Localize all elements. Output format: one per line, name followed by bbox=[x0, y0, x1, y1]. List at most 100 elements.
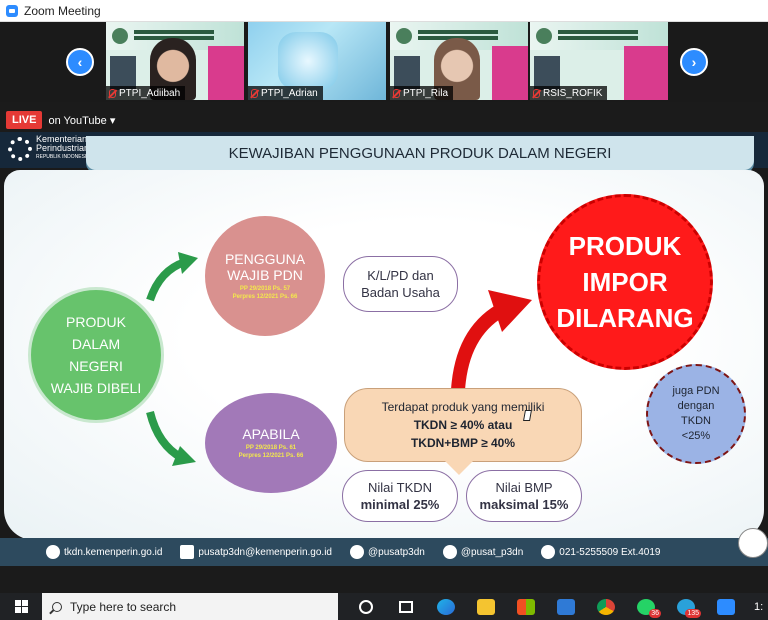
juga-line: dengan bbox=[677, 400, 715, 412]
mic-muted-icon bbox=[109, 88, 116, 98]
participant-name: PTPI_Adiibah bbox=[119, 87, 181, 99]
impor-line: DILARANG bbox=[556, 303, 694, 333]
telegram-badge: 135 bbox=[685, 609, 701, 618]
task-view-icon bbox=[399, 600, 413, 613]
next-page-button[interactable]: › bbox=[680, 48, 708, 76]
juga-pdn-circle: juga PDN dengan TKDN <25% bbox=[646, 364, 746, 464]
produk-line: WAJIB DIBELI bbox=[50, 380, 142, 396]
folder-icon bbox=[477, 598, 495, 615]
participant-tile[interactable]: RSIS_ROFIK bbox=[530, 22, 668, 100]
footer-phone: 021-5255509 Ext.4019 bbox=[541, 545, 660, 559]
juga-line: <25% bbox=[681, 430, 711, 442]
produk-dalam-negeri-circle: PRODUK DALAM NEGERI WAJIB DIBELI bbox=[28, 287, 164, 423]
terdapat-line2: TKDN ≥ 40% atau bbox=[413, 418, 513, 432]
participant-tile[interactable]: PTPI_Rila bbox=[390, 22, 528, 100]
terdapat-line1: Terdapat produk yang memiliki bbox=[381, 400, 545, 414]
previous-page-button[interactable]: ‹ bbox=[66, 48, 94, 76]
kl-line1: K/L/PD dan bbox=[367, 268, 434, 283]
twitter-icon bbox=[349, 545, 364, 559]
kemenperin-logo: Kementerian Perindustrian REPUBLIK INDON… bbox=[8, 135, 90, 162]
edge-button[interactable] bbox=[426, 593, 466, 620]
footer-email: pusatp3dn@kemenperin.go.id bbox=[180, 545, 332, 559]
live-status-bar: LIVE on YouTube ▾ bbox=[0, 108, 768, 132]
windows-logo-icon bbox=[14, 600, 28, 613]
participant-name: PTPI_Adrian bbox=[261, 87, 318, 99]
logo-sub: REPUBLIK INDONESIA bbox=[36, 154, 90, 160]
store-icon bbox=[517, 598, 535, 615]
juga-line: juga PDN bbox=[672, 385, 720, 397]
floating-control-button[interactable] bbox=[738, 528, 768, 558]
footer-website: tkdn.kemenperin.go.id bbox=[46, 545, 162, 559]
apabila-ref2: Perpres 12/2021 Ps. 66 bbox=[238, 453, 304, 459]
pengguna-ref2: Perpres 12/2021 Ps. 66 bbox=[232, 294, 298, 300]
produk-line: DALAM bbox=[71, 336, 121, 352]
mail-icon bbox=[557, 598, 575, 615]
logo-name-2: Perindustrian bbox=[36, 143, 90, 153]
participant-tile[interactable]: PTPI_Adiibah bbox=[106, 22, 244, 100]
participant-name: RSIS_ROFIK bbox=[543, 87, 603, 99]
produk-line: PRODUK bbox=[66, 314, 126, 330]
impor-line: PRODUK bbox=[568, 231, 682, 261]
whatsapp-button[interactable]: 36 bbox=[626, 593, 666, 620]
bmp-line1: Nilai BMP bbox=[495, 480, 553, 495]
pengguna-line1: PENGGUNA bbox=[224, 251, 306, 267]
gear-logo-icon bbox=[8, 136, 32, 161]
slide-header: Kementerian Perindustrian REPUBLIK INDON… bbox=[0, 132, 768, 170]
store-button[interactable] bbox=[506, 593, 546, 620]
webinar-badge bbox=[624, 46, 668, 100]
taskbar-clock[interactable]: 1: bbox=[754, 601, 763, 613]
equipment-image bbox=[394, 56, 420, 90]
participant-namebar: PTPI_Adiibah bbox=[106, 86, 186, 100]
webinar-badge bbox=[492, 46, 528, 100]
tkdn-line2: minimal 25% bbox=[360, 497, 440, 512]
search-placeholder: Type here to search bbox=[70, 599, 177, 614]
cortana-icon bbox=[359, 599, 373, 614]
live-badge: LIVE bbox=[6, 111, 43, 129]
cortana-button[interactable] bbox=[346, 593, 386, 620]
mic-muted-icon bbox=[251, 88, 258, 98]
footer-twitter: @pusatp3dn bbox=[349, 545, 425, 559]
juga-line: TKDN bbox=[681, 415, 711, 427]
start-button[interactable] bbox=[0, 593, 42, 620]
virtual-background bbox=[278, 32, 338, 90]
mail-button[interactable] bbox=[546, 593, 586, 620]
nilai-bmp-pill: Nilai BMP maksimal 15% bbox=[466, 470, 582, 522]
zoom-button[interactable] bbox=[706, 593, 746, 620]
search-icon bbox=[52, 601, 62, 612]
slide-title: KEWAJIBAN PENGGUNAAN PRODUK DALAM NEGERI bbox=[86, 136, 754, 170]
file-explorer-button[interactable] bbox=[466, 593, 506, 620]
mic-muted-icon bbox=[533, 88, 540, 98]
bmp-line2: maksimal 15% bbox=[479, 497, 569, 512]
equipment-image bbox=[110, 56, 136, 90]
globe-icon bbox=[46, 545, 60, 559]
mic-muted-icon bbox=[393, 88, 400, 98]
pengguna-wajib-circle: PENGGUNA WAJIB PDN PP 29/2018 Ps. 57 Per… bbox=[205, 216, 325, 336]
participant-namebar: RSIS_ROFIK bbox=[530, 86, 608, 100]
phone-icon bbox=[541, 545, 556, 559]
apabila-label: APABILA bbox=[242, 426, 300, 442]
taskbar-search-input[interactable]: Type here to search bbox=[42, 593, 338, 620]
tkdn-line1: Nilai TKDN bbox=[367, 480, 433, 495]
footer-instagram: @pusat_p3dn bbox=[442, 545, 523, 559]
participant-strip: ‹ PTPI_Adiibah PTPI_Adrian PTPI_Rila RSI… bbox=[0, 22, 768, 102]
telegram-button[interactable]: 135 bbox=[666, 593, 706, 620]
mail-icon bbox=[180, 545, 195, 559]
instagram-icon bbox=[442, 545, 457, 559]
produk-line: NEGERI bbox=[69, 358, 123, 374]
window-title: Zoom Meeting bbox=[24, 3, 101, 18]
participant-namebar: PTPI_Rila bbox=[390, 86, 454, 100]
task-view-button[interactable] bbox=[386, 593, 426, 620]
nilai-tkdn-pill: Nilai TKDN minimal 25% bbox=[342, 470, 458, 522]
produk-impor-dilarang-circle: PRODUK IMPOR DILARANG bbox=[537, 194, 713, 370]
whatsapp-badge: 36 bbox=[649, 609, 661, 618]
slide-footer: tkdn.kemenperin.go.id pusatp3dn@kemenper… bbox=[0, 538, 768, 566]
webinar-badge bbox=[208, 46, 244, 100]
live-destination-dropdown[interactable]: on YouTube ▾ bbox=[48, 114, 115, 127]
windows-taskbar: Type here to search 36 135 1: bbox=[0, 593, 768, 620]
participant-tile[interactable]: PTPI_Adrian bbox=[248, 22, 386, 100]
participant-namebar: PTPI_Adrian bbox=[248, 86, 323, 100]
chrome-button[interactable] bbox=[586, 593, 626, 620]
edge-icon bbox=[437, 598, 455, 615]
zoom-app-icon bbox=[6, 4, 18, 17]
apabila-circle: APABILA PP 29/2018 Ps. 61 Perpres 12/202… bbox=[205, 393, 337, 493]
